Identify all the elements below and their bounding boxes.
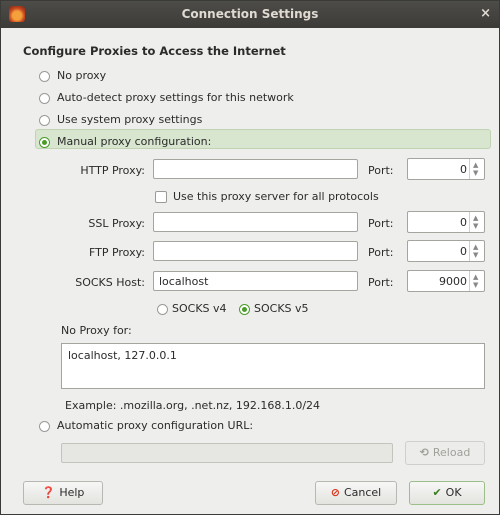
http-port-value: 0: [460, 163, 467, 176]
titlebar: Connection Settings ×: [1, 1, 499, 28]
http-port-label: Port:: [368, 164, 394, 177]
ssl-port-spinner[interactable]: 0 ▲ ▼: [407, 211, 485, 233]
window-title: Connection Settings: [181, 7, 319, 21]
ftp-proxy-input[interactable]: [153, 241, 358, 261]
spinner-arrows-icon[interactable]: ▲ ▼: [469, 241, 484, 261]
ok-button[interactable]: ✔ OK: [409, 481, 485, 505]
spinner-arrows-icon[interactable]: ▲ ▼: [469, 159, 484, 179]
ftp-port-value: 0: [460, 245, 467, 258]
label-auto-detect[interactable]: Auto-detect proxy settings for this netw…: [57, 91, 294, 104]
socks-host-input[interactable]: [153, 271, 358, 291]
radio-no-proxy[interactable]: [39, 71, 50, 82]
auto-config-url-input[interactable]: [61, 443, 393, 463]
socks-port-spinner[interactable]: 9000 ▲ ▼: [407, 270, 485, 292]
use-all-protocols-label[interactable]: Use this proxy server for all protocols: [173, 190, 379, 203]
check-icon: ✔: [432, 486, 442, 499]
label-manual[interactable]: Manual proxy configuration:: [57, 135, 211, 148]
ftp-port-spinner[interactable]: 0 ▲ ▼: [407, 240, 485, 262]
radio-manual[interactable]: [39, 137, 50, 148]
no-proxy-value: localhost, 127.0.0.1: [68, 349, 177, 362]
http-port-spinner[interactable]: 0 ▲ ▼: [407, 158, 485, 180]
section-heading: Configure Proxies to Access the Internet: [23, 44, 286, 58]
radio-auto-detect[interactable]: [39, 93, 50, 104]
no-proxy-label: No Proxy for:: [61, 324, 132, 337]
label-socks-v5[interactable]: SOCKS v5: [254, 302, 309, 315]
cancel-label: Cancel: [343, 486, 382, 499]
ssl-port-label: Port:: [368, 217, 394, 230]
label-auto-config-url[interactable]: Automatic proxy configuration URL:: [57, 419, 253, 432]
use-all-protocols-checkbox[interactable]: [155, 191, 167, 203]
socks-port-value: 9000: [439, 275, 467, 288]
help-icon: ❓: [41, 486, 56, 499]
cancel-button[interactable]: ⊘ Cancel: [315, 481, 397, 505]
http-proxy-label: HTTP Proxy:: [80, 164, 145, 177]
cancel-icon: ⊘: [330, 486, 340, 499]
close-icon[interactable]: ×: [480, 6, 491, 21]
socks-port-label: Port:: [368, 276, 394, 289]
ok-label: OK: [445, 486, 462, 499]
radio-socks-v4[interactable]: [157, 304, 168, 315]
socks-host-label: SOCKS Host:: [75, 276, 145, 289]
help-button[interactable]: ❓ Help: [23, 481, 103, 505]
connection-settings-window: Connection Settings × Configure Proxies …: [0, 0, 500, 515]
spinner-arrows-icon[interactable]: ▲ ▼: [469, 271, 484, 291]
label-no-proxy[interactable]: No proxy: [57, 69, 106, 82]
http-proxy-input[interactable]: [153, 159, 358, 179]
label-system-proxy[interactable]: Use system proxy settings: [57, 113, 202, 126]
no-proxy-example: Example: .mozilla.org, .net.nz, 192.168.…: [65, 399, 321, 412]
reload-label: Reload: [432, 446, 471, 459]
reload-icon: ⟲: [419, 446, 429, 459]
label-socks-v4[interactable]: SOCKS v4: [172, 302, 227, 315]
ssl-port-value: 0: [460, 216, 467, 229]
help-label: Help: [59, 486, 85, 499]
spinner-arrows-icon[interactable]: ▲ ▼: [469, 212, 484, 232]
ftp-proxy-label: FTP Proxy:: [88, 246, 145, 259]
no-proxy-textarea[interactable]: localhost, 127.0.0.1: [61, 343, 485, 389]
radio-socks-v5[interactable]: [239, 304, 250, 315]
ftp-port-label: Port:: [368, 246, 394, 259]
radio-auto-config-url[interactable]: [39, 421, 50, 432]
radio-system-proxy[interactable]: [39, 115, 50, 126]
ssl-proxy-input[interactable]: [153, 212, 358, 232]
ssl-proxy-label: SSL Proxy:: [88, 217, 145, 230]
reload-button[interactable]: ⟲ Reload: [405, 441, 485, 465]
